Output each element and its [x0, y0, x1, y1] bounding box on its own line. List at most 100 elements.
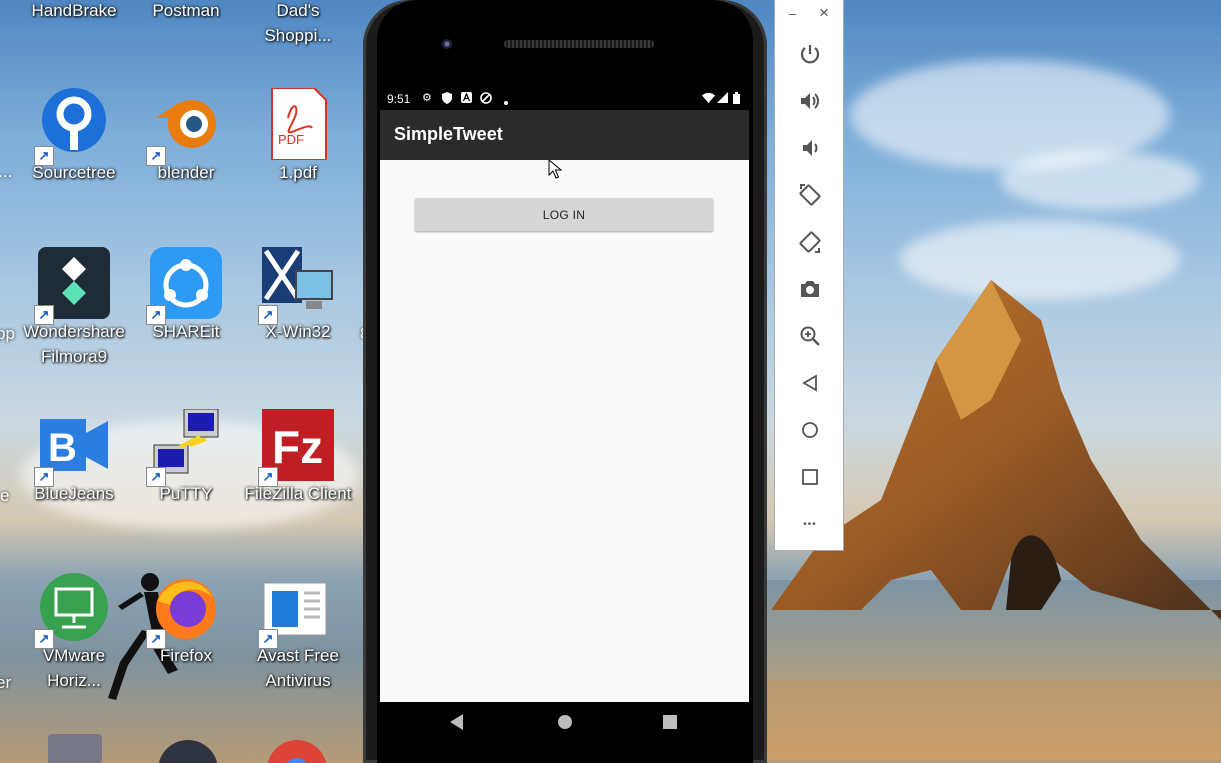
emulator-toolbar: – × ••• [774, 0, 844, 551]
volume-down-button[interactable] [798, 136, 822, 160]
vpn-icon [480, 92, 492, 108]
overview-button[interactable] [798, 465, 822, 489]
status-bar: 9:51 ⚙ [380, 88, 749, 110]
desktop-icon-avast[interactable]: ↗ Avast Free Antivirus [242, 571, 354, 693]
shortcut-arrow-icon: ↗ [258, 305, 278, 325]
firefox-icon: ↗ [146, 571, 222, 649]
desktop-icon-label: 1.pdf [279, 163, 317, 182]
back-icon [802, 374, 817, 392]
pdf-file-icon: PDF [262, 87, 334, 161]
volume-down-icon [803, 140, 818, 156]
rotate-right-icon [799, 231, 821, 253]
shortcut-arrow-icon: ↗ [146, 146, 166, 166]
edge-label: e [0, 486, 10, 505]
pdf-badge: PDF [278, 132, 304, 147]
bluejeans-icon: B ↗ [34, 409, 110, 487]
wifi-icon [702, 92, 715, 107]
cloud [1000, 150, 1200, 210]
minimize-button[interactable]: – [789, 6, 796, 21]
partial-icon [48, 734, 102, 763]
signal-icon [717, 92, 728, 107]
desktop-icon-pdf[interactable]: PDF 1.pdf [242, 87, 354, 185]
a-icon [461, 92, 472, 107]
battery-icon [733, 92, 740, 108]
partial-icon [158, 740, 218, 763]
dot-icon [504, 96, 508, 109]
android-nav-bar [380, 702, 749, 746]
xwin32-icon: ↗ [258, 247, 334, 325]
shareit-icon: ↗ [146, 247, 222, 325]
filmora-icon: ↗ [34, 247, 110, 325]
shortcut-arrow-icon: ↗ [34, 305, 54, 325]
desktop-icon-postman[interactable]: Postman [130, 0, 242, 23]
status-time: 9:51 [387, 92, 411, 106]
shortcut-arrow-icon: ↗ [258, 629, 278, 649]
blender-icon: ↗ [146, 88, 222, 166]
zoom-button[interactable] [798, 324, 822, 348]
gear-icon: ⚙ [422, 92, 432, 104]
earpiece-speaker [504, 40, 654, 48]
desktop-icon-blender[interactable]: ↗ blender [130, 88, 242, 185]
desktop-icon-filmora[interactable]: ↗ Wondershare Filmora9 [18, 247, 130, 369]
back-icon[interactable] [450, 714, 464, 730]
app-title: SimpleTweet [394, 124, 503, 144]
home-button[interactable] [798, 418, 822, 442]
shortcut-arrow-icon: ↗ [258, 467, 278, 487]
sourcetree-icon: ↗ [34, 88, 110, 166]
avast-installer-icon: ↗ [258, 571, 334, 649]
svg-text:B: B [48, 426, 77, 470]
putty-icon: ↗ [146, 408, 222, 487]
close-button[interactable]: × [819, 3, 829, 23]
chrome-icon [267, 740, 327, 763]
desktop-icon-filezilla[interactable]: Fz ↗ FileZilla Client [242, 409, 354, 506]
power-icon [800, 45, 820, 64]
desktop-icon-label: Avast Free Antivirus [257, 646, 339, 690]
more-icon: ••• [803, 518, 817, 530]
desktop-icon-sourcetree[interactable]: ↗ Sourcetree [18, 88, 130, 185]
recents-icon[interactable] [663, 715, 677, 729]
edge-label: pp [0, 324, 15, 343]
shortcut-arrow-icon: ↗ [146, 629, 166, 649]
screenshot-button[interactable] [798, 277, 822, 301]
svg-text:Fz: Fz [272, 421, 323, 473]
back-button[interactable] [798, 371, 822, 395]
mouse-cursor-icon [548, 159, 562, 179]
home-icon [802, 422, 818, 438]
desktop-icon-xwin32[interactable]: ↗ X-Win32 [242, 247, 354, 344]
vmware-horizon-icon: ↗ [34, 571, 110, 649]
desktop-icon-handbrake[interactable]: HandBrake [18, 0, 130, 23]
shortcut-arrow-icon: ↗ [34, 467, 54, 487]
shortcut-arrow-icon: ↗ [34, 146, 54, 166]
edge-label: ... [0, 162, 13, 181]
login-button[interactable]: LOG IN [415, 198, 713, 231]
desktop-icon-shareit[interactable]: ↗ SHAREit [130, 247, 242, 344]
desktop-icon-label: Wondershare Filmora9 [23, 322, 125, 366]
volume-up-icon [801, 93, 819, 109]
shortcut-arrow-icon: ↗ [34, 629, 54, 649]
camera-icon [801, 281, 819, 297]
desktop-icon-label: VMware Horiz... [42, 646, 106, 690]
filezilla-icon: Fz ↗ [258, 409, 334, 487]
desktop-icon-label: HandBrake [31, 1, 117, 20]
edge-label: er [0, 673, 12, 692]
desktop-icon-vmware-horizon[interactable]: ↗ VMware Horiz... [18, 571, 130, 693]
desktop-icon-label: Dad's Shoppi... [264, 1, 332, 45]
rotate-left-icon [799, 184, 821, 206]
shield-icon [442, 92, 452, 108]
phone-screen: 9:51 ⚙ SimpleTweet LOG IN [380, 88, 749, 702]
home-icon[interactable] [557, 714, 573, 730]
power-button[interactable] [798, 42, 822, 66]
desktop-icon-putty[interactable]: ↗ PuTTY [130, 408, 242, 506]
front-camera [442, 39, 452, 49]
shortcut-arrow-icon: ↗ [146, 467, 166, 487]
desktop-icon-bluejeans[interactable]: B ↗ BlueJeans [18, 409, 130, 506]
zoom-icon [800, 326, 820, 346]
volume-up-button[interactable] [798, 89, 822, 113]
overview-icon [802, 469, 818, 485]
desktop-icon-dads-shopping[interactable]: Dad's Shoppi... [242, 0, 354, 48]
rotate-left-button[interactable] [798, 183, 822, 207]
desktop-icon-firefox[interactable]: ↗ Firefox [130, 571, 242, 668]
app-toolbar: SimpleTweet [380, 110, 749, 160]
rotate-right-button[interactable] [798, 230, 822, 254]
more-button[interactable]: ••• [798, 512, 822, 536]
